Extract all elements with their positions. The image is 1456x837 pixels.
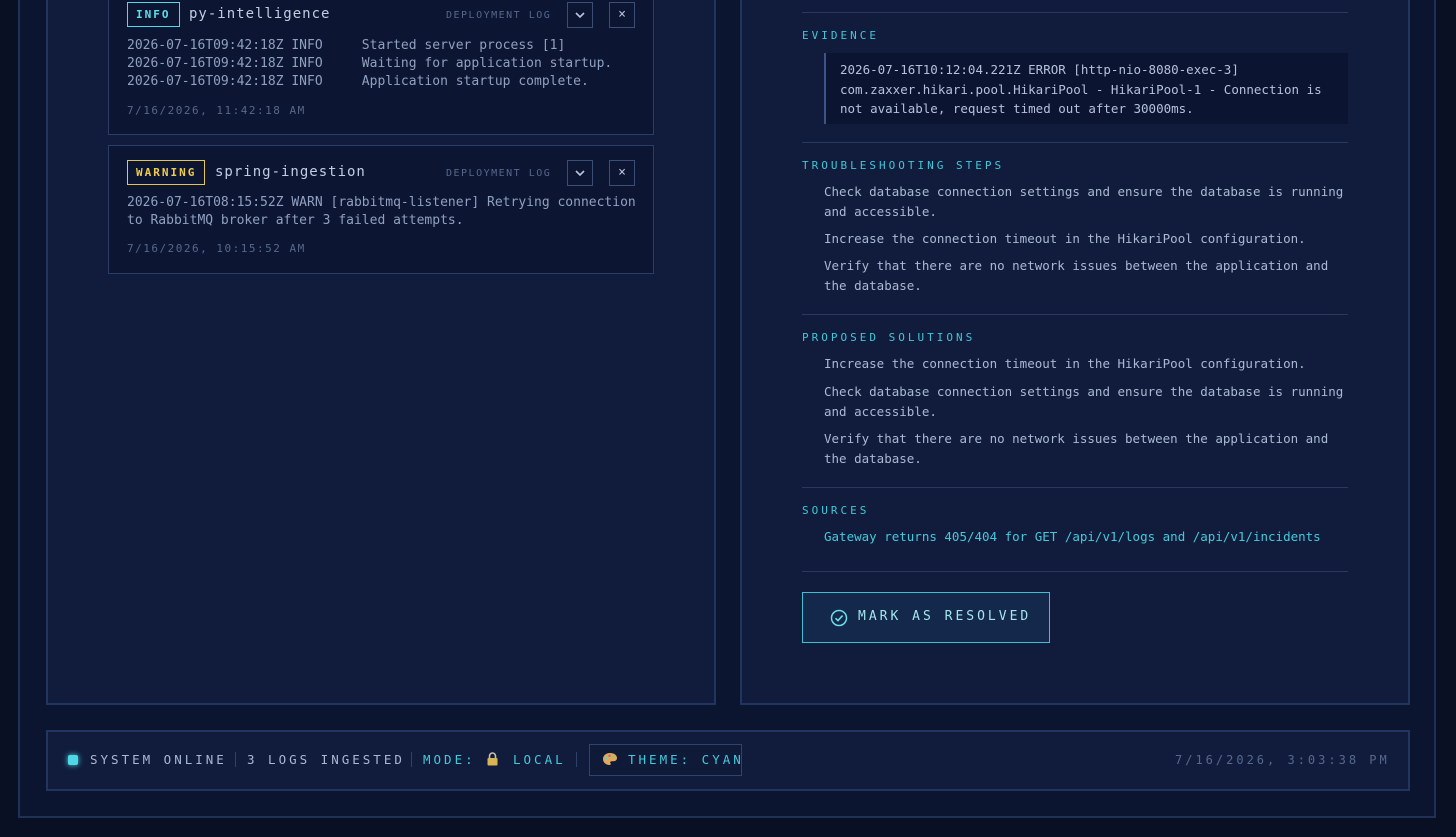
source-item[interactable]: Gateway returns 405/404 for GET /api/v1/… (824, 527, 1352, 547)
close-icon: × (618, 7, 626, 22)
section-divider (802, 487, 1348, 488)
level-badge-info: INFO (127, 2, 180, 27)
sources-title: SOURCES (802, 504, 870, 517)
troubleshooting-step: Increase the connection timeout in the H… (824, 231, 1306, 246)
palette-icon (603, 753, 617, 765)
log-line: 2026-07-16T09:42:18Z INFO Application st… (127, 74, 589, 89)
expand-button[interactable] (567, 2, 593, 28)
mark-resolved-label: MARK AS RESOLVED (858, 609, 1032, 624)
log-card-spring-ingestion[interactable]: WARNING spring-ingestion DEPLOYMENT LOG … (108, 145, 654, 274)
section-divider (802, 314, 1348, 315)
log-message: 2026-07-16T08:15:52Z WARN [rabbitmq-list… (127, 195, 636, 228)
log-timestamp: 7/16/2026, 10:15:52 AM (127, 242, 306, 255)
log-source-label: DEPLOYMENT LOG (446, 168, 552, 179)
mode-label: MODE: (423, 752, 476, 767)
check-circle-icon (830, 609, 848, 627)
status-separator (235, 752, 236, 767)
level-badge-warning: WARNING (127, 160, 206, 185)
mode-value: LOCAL (513, 752, 566, 767)
log-line: 2026-07-16T09:42:18Z INFO Started server… (127, 38, 566, 53)
expand-button[interactable] (567, 160, 593, 186)
lock-icon (487, 752, 498, 766)
close-icon: × (618, 165, 626, 180)
troubleshooting-step: Check database connection settings and e… (824, 184, 1344, 219)
proposed-solution: Increase the connection timeout in the H… (824, 356, 1306, 371)
service-name: py-intelligence (189, 6, 331, 22)
status-dot-icon (68, 755, 78, 765)
proposed-solution: Verify that there are no network issues … (824, 431, 1329, 466)
proposed-solution: Check database connection settings and e… (824, 384, 1344, 419)
section-divider (802, 571, 1348, 572)
troubleshooting-step: Verify that there are no network issues … (824, 258, 1329, 293)
section-divider (802, 142, 1348, 143)
status-clock: 7/16/2026, 3:03:38 PM (1175, 753, 1390, 767)
section-divider (802, 12, 1348, 13)
logs-ingested-count: 3 LOGS INGESTED (247, 752, 405, 767)
mark-resolved-button[interactable]: MARK AS RESOLVED (802, 592, 1050, 643)
log-timestamp: 7/16/2026, 11:42:18 AM (127, 104, 306, 117)
solutions-title: PROPOSED SOLUTIONS (802, 331, 976, 344)
chevron-down-icon (575, 12, 585, 19)
evidence-title: EVIDENCE (802, 29, 879, 42)
status-separator (576, 752, 577, 767)
log-line: 2026-07-16T09:42:18Z INFO Waiting for ap… (127, 56, 613, 71)
dismiss-button[interactable]: × (609, 2, 635, 28)
chevron-down-icon (575, 170, 585, 177)
theme-label: THEME: CYAN (628, 752, 744, 767)
troubleshooting-title: TROUBLESHOOTING STEPS (802, 159, 1005, 172)
log-card-py-intelligence[interactable]: INFO py-intelligence DEPLOYMENT LOG × 20… (108, 0, 654, 135)
evidence-block: 2026-07-16T10:12:04.221Z ERROR [http-nio… (824, 53, 1348, 124)
status-separator (411, 752, 412, 767)
dismiss-button[interactable]: × (609, 160, 635, 186)
log-source-label: DEPLOYMENT LOG (446, 10, 552, 21)
service-name: spring-ingestion (215, 164, 366, 180)
system-status: SYSTEM ONLINE (90, 752, 227, 767)
